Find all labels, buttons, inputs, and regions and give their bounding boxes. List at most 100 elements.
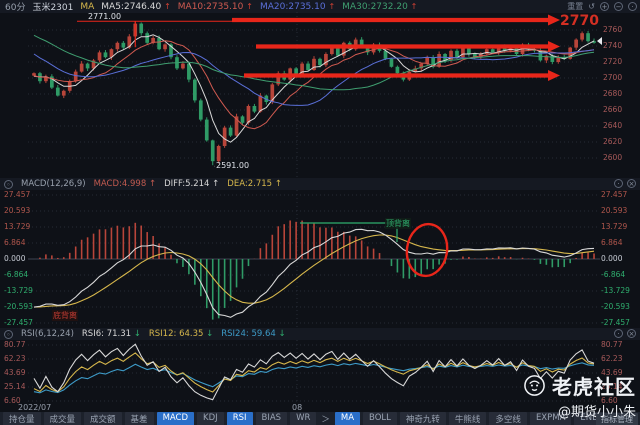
high-price-annotation: 2771.00 xyxy=(88,12,122,21)
last-price-marker xyxy=(597,37,602,45)
tab-macd[interactable]: MACD xyxy=(156,411,195,425)
axis-tick-label: 2740 xyxy=(603,41,623,50)
bottom-divergence-label: 底背离 xyxy=(52,310,78,321)
tab-持仓量[interactable]: 持仓量 xyxy=(3,411,41,425)
axis-tick-label: 6.864 xyxy=(4,238,26,247)
panel-close-icon[interactable]: × xyxy=(627,179,636,188)
axis-tick-label: 62.23 xyxy=(601,354,623,363)
axis-tick-label: 62.23 xyxy=(4,354,26,363)
ma10-readout: MA10:2735.10 ↑ xyxy=(177,1,253,12)
indicator-eye-icon[interactable]: ◦ xyxy=(4,329,13,339)
tab-牛熊线[interactable]: 牛熊线 xyxy=(448,411,487,425)
tab-ma[interactable]: MA xyxy=(334,411,361,425)
axis-tick-label: -27.457 xyxy=(4,318,33,327)
zoom-in-icon[interactable]: + xyxy=(600,2,609,11)
axis-tick-label: -20.593 xyxy=(601,302,630,311)
tab-rsi[interactable]: RSI xyxy=(226,411,253,425)
axis-tick-label: 80.77 xyxy=(601,340,623,349)
top-divergence-label: 顶背离 xyxy=(385,218,411,229)
community-watermark: 老虎社区 xyxy=(552,375,636,399)
up-arrow-icon: ↑ xyxy=(328,1,336,11)
up-arrow-icon: ↑ xyxy=(212,179,220,189)
down-arrow-icon: ↓ xyxy=(278,329,286,339)
axis-tick-label: 27.457 xyxy=(601,190,628,199)
axis-tick-label: 2620 xyxy=(603,137,623,146)
tab-kdj[interactable]: KDJ xyxy=(197,411,224,425)
axis-tick-label: 13.729 xyxy=(601,222,628,231)
up-arrow-icon: ↑ xyxy=(246,1,253,11)
axis-tick-label: 2680 xyxy=(603,89,623,98)
up-arrow-icon: ↑ xyxy=(410,1,418,11)
axis-tick-label: 6.864 xyxy=(601,238,623,247)
up-arrow-icon: ↑ xyxy=(148,179,157,189)
indicator-eye-icon[interactable]: ◦ xyxy=(4,179,13,189)
axis-tick-label: 80.77 xyxy=(4,340,26,349)
axis-tick-label: 2700 xyxy=(603,73,623,82)
axis-tick-label: 2660 xyxy=(603,105,623,114)
axis-tick-label: 27.457 xyxy=(4,190,31,199)
macd-value: MACD:4.998 ↑ xyxy=(93,179,157,189)
diff-value: DIFF:5.214 ↑ xyxy=(164,179,220,189)
macd-name[interactable]: MACD(12,26,9) xyxy=(21,179,86,189)
axis-tick-label: -6.864 xyxy=(4,270,29,279)
axis-tick-label: -20.593 xyxy=(4,302,33,311)
rsi24-value: RSI24: 59.64 ↓ xyxy=(221,329,286,339)
tab-bias[interactable]: BIAS xyxy=(255,411,288,425)
axis-tick-label: 2720 xyxy=(603,57,623,66)
chart-toolbar: 重置 ↺ + − · xyxy=(567,1,637,12)
undo-icon[interactable]: ↺ xyxy=(588,2,595,11)
low-price-annotation: 2591.00 xyxy=(216,161,250,170)
tab-成交额[interactable]: 成交额 xyxy=(84,411,122,425)
axis-tick-label: -27.457 xyxy=(601,318,630,327)
up-arrow-icon: ↑ xyxy=(274,179,282,189)
down-arrow-icon: ↓ xyxy=(133,329,141,339)
up-arrow-icon: ↑ xyxy=(164,1,171,11)
macd-header: ◦ MACD(12,26,9) MACD:4.998 ↑ DIFF:5.214 … xyxy=(0,178,640,190)
tab-boll[interactable]: BOLL xyxy=(363,411,397,425)
rsi-header: ◦ RSI(6,12,24) RSI6: 71.31 ↓ RSI12: 64.3… xyxy=(0,328,640,340)
chart-app-window: 60分 玉米2301 MA MA5:2746.40 ↑ MA10:2735.10… xyxy=(0,0,640,425)
axis-tick-label: -13.729 xyxy=(601,286,630,295)
watermark: 老虎社区 @期货小小朱 xyxy=(523,371,636,420)
author-watermark: @期货小小朱 xyxy=(557,405,636,420)
tab-神奇九转[interactable]: 神奇九转 xyxy=(399,411,446,425)
axis-tick-label: 0.000 xyxy=(601,254,623,263)
axis-tick-label: -13.729 xyxy=(4,286,33,295)
tab-多空线[interactable]: 多空线 xyxy=(489,411,527,425)
axis-tick-label: -6.864 xyxy=(601,270,626,279)
axis-tick-label: 2600 xyxy=(603,153,623,162)
macd-chart[interactable] xyxy=(0,190,640,328)
zoom-out-icon[interactable]: − xyxy=(614,2,623,11)
resistance-price-label: 2770 xyxy=(560,13,599,29)
rsi6-value: RSI6: 71.31 ↓ xyxy=(81,329,141,339)
axis-tick-label: 13.729 xyxy=(4,222,31,231)
axis-tick-label: 20.593 xyxy=(601,206,628,215)
panel-collapse-icon[interactable]: · xyxy=(614,329,623,338)
axis-tick-label: 43.69 xyxy=(4,368,26,377)
axis-tick-label: 0.000 xyxy=(4,254,26,263)
axis-tick-label: 2640 xyxy=(603,121,623,130)
reset-button[interactable]: 重置 xyxy=(567,1,583,12)
ma30-readout: MA30:2732.20 ↑ xyxy=(342,1,418,12)
tab-成交量[interactable]: 成交量 xyxy=(43,411,82,425)
more-tabs-button[interactable]: ＞ xyxy=(319,413,332,425)
macd-panel: 27.457 20.593 13.729 6.864 0.000 -6.864 -13.72… xyxy=(0,190,640,328)
axis-tick-label: 2760 xyxy=(603,25,623,34)
ma5-readout: MA5:2746.40 ↑ xyxy=(101,1,171,12)
ma-indicator-label[interactable]: MA xyxy=(80,2,94,12)
rsi12-value: RSI12: 64.35 ↓ xyxy=(148,329,214,339)
tiger-logo-icon xyxy=(524,375,545,396)
down-arrow-icon: ↓ xyxy=(206,329,214,339)
tab-基差[interactable]: 基差 xyxy=(124,411,154,425)
settings-icon[interactable]: · xyxy=(628,2,637,11)
tab-wr[interactable]: WR xyxy=(290,411,317,425)
panel-close-icon[interactable]: × xyxy=(627,329,636,338)
axis-tick-label: 25.14 xyxy=(4,382,26,391)
ma20-readout: MA20:2735.10 ↑ xyxy=(259,1,336,12)
dea-value: DEA:2.715 ↑ xyxy=(227,179,282,189)
candlestick-chart[interactable] xyxy=(0,12,640,178)
rsi-name[interactable]: RSI(6,12,24) xyxy=(21,329,74,339)
price-panel: 2760 2740 2720 2700 2680 2660 2640 2620 2600 xyxy=(0,12,640,178)
axis-tick-label: 20.593 xyxy=(4,206,31,215)
panel-collapse-icon[interactable]: · xyxy=(614,179,623,188)
